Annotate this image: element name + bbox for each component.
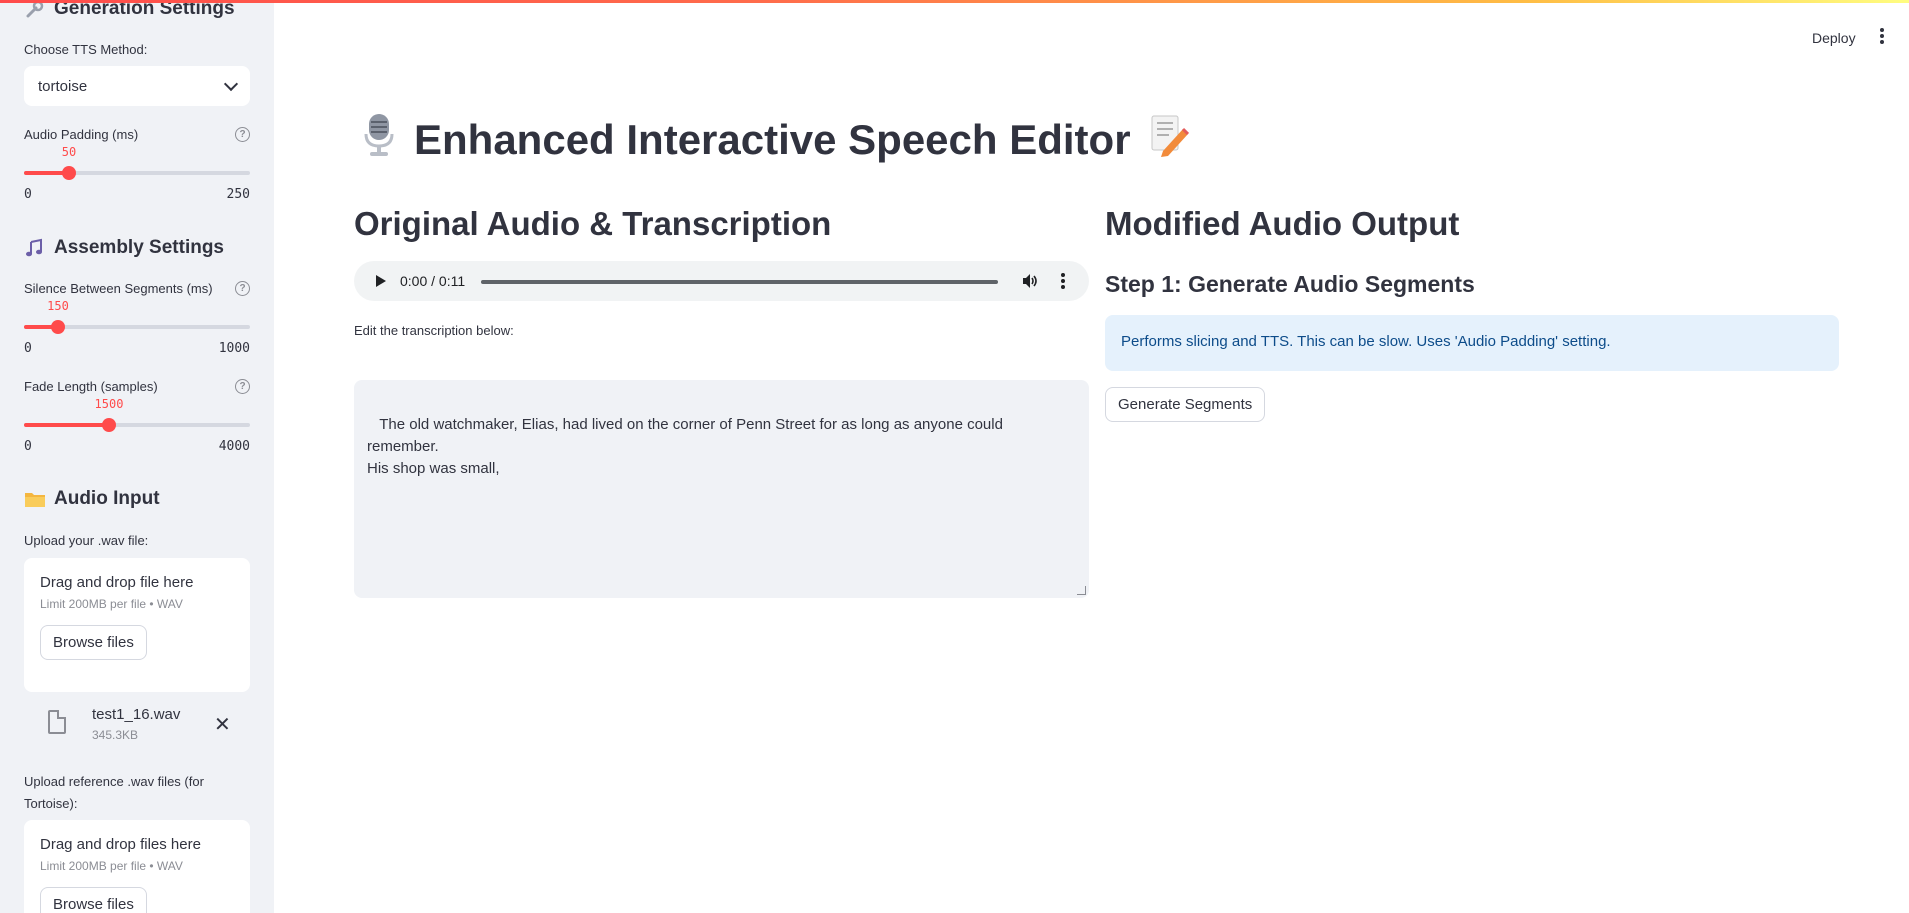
help-icon[interactable]: ? (235, 127, 250, 142)
browse-files-button[interactable]: Browse files (40, 887, 147, 913)
tts-method-select[interactable]: tortoise (24, 66, 250, 106)
upload-wav-label: Upload your .wav file: (24, 533, 149, 548)
slider-value: 1500 (94, 397, 124, 411)
folder-icon (24, 488, 46, 510)
slider-min: 0 (24, 187, 32, 202)
music-notes-icon (24, 237, 46, 259)
generation-settings-header: Generation Settings (24, 0, 235, 20)
uploaded-file: test1_16.wav 345.3KB ✕ (24, 702, 250, 750)
chevron-down-icon (223, 76, 239, 92)
original-audio-header: Original Audio & Transcription (354, 205, 832, 242)
transcription-text: The old watchmaker, Elias, had lived on … (367, 416, 1003, 477)
audio-progress-bar[interactable] (481, 280, 998, 284)
remove-file-icon[interactable]: ✕ (214, 712, 231, 737)
top-decoration-bar (0, 0, 1909, 3)
deploy-button[interactable]: Deploy (1812, 30, 1856, 46)
audio-time: 0:00 / 0:11 (400, 273, 466, 289)
assembly-settings-header: Assembly Settings (24, 237, 224, 259)
help-icon[interactable]: ? (235, 379, 250, 394)
reference-dropzone[interactable]: Drag and drop files here Limit 200MB per… (24, 820, 250, 913)
tts-method-label: Choose TTS Method: (24, 42, 148, 57)
info-alert: Performs slicing and TTS. This can be sl… (1105, 315, 1839, 371)
volume-icon[interactable] (1021, 272, 1039, 290)
audio-input-header: Audio Input (24, 488, 160, 510)
audio-options-icon[interactable] (1061, 273, 1065, 291)
main-menu-icon[interactable] (1880, 28, 1884, 46)
slider-max: 250 (226, 187, 250, 202)
info-alert-text: Performs slicing and TTS. This can be sl… (1121, 333, 1611, 350)
tts-method-value: tortoise (38, 77, 88, 95)
reference-upload-label: Upload reference .wav files (for Tortois… (24, 774, 204, 811)
silence-slider[interactable]: 150 0 1000 (24, 299, 250, 356)
page-title: Enhanced Interactive Speech Editor (362, 112, 1189, 168)
audio-padding-slider[interactable]: 50 0 250 (24, 145, 250, 202)
memo-icon (1149, 113, 1189, 167)
slider-thumb[interactable] (102, 418, 116, 432)
slider-value: 50 (61, 145, 77, 159)
audio-padding-label: Audio Padding (ms) (24, 127, 139, 142)
file-icon (48, 710, 66, 734)
slider-min: 0 (24, 439, 32, 454)
wav-dropzone[interactable]: Drag and drop file here Limit 200MB per … (24, 558, 250, 692)
slider-max: 4000 (218, 439, 250, 454)
slider-min: 0 (24, 341, 32, 356)
dropzone-title: Drag and drop files here (40, 836, 201, 853)
silence-label: Silence Between Segments (ms) (24, 281, 213, 296)
transcription-textarea[interactable]: The old watchmaker, Elias, had lived on … (354, 380, 1089, 598)
uploaded-file-name: test1_16.wav (92, 706, 181, 723)
wrench-icon (24, 0, 46, 20)
generation-settings-title: Generation Settings (54, 0, 235, 19)
dropzone-limit: Limit 200MB per file • WAV (40, 597, 183, 611)
slider-value: 150 (47, 299, 69, 313)
play-icon[interactable] (376, 275, 386, 287)
step1-header: Step 1: Generate Audio Segments (1105, 271, 1475, 297)
slider-thumb[interactable] (51, 320, 65, 334)
microphone-icon (362, 112, 396, 168)
edit-transcription-label: Edit the transcription below: (354, 323, 514, 338)
slider-fill (24, 423, 109, 427)
generate-segments-button[interactable]: Generate Segments (1105, 387, 1266, 422)
assembly-settings-title: Assembly Settings (54, 237, 224, 258)
browse-files-button[interactable]: Browse files (40, 625, 147, 660)
uploaded-file-size: 345.3KB (92, 728, 139, 742)
fade-length-label: Fade Length (samples) (24, 379, 158, 394)
help-icon[interactable]: ? (235, 281, 250, 296)
audio-input-title: Audio Input (54, 488, 160, 509)
sidebar: Generation Settings Choose TTS Method: t… (0, 0, 274, 913)
dropzone-title: Drag and drop file here (40, 574, 194, 591)
fade-length-slider[interactable]: 1500 0 4000 (24, 397, 250, 454)
slider-max: 1000 (218, 341, 250, 356)
dropzone-limit: Limit 200MB per file • WAV (40, 859, 183, 873)
page-title-text: Enhanced Interactive Speech Editor (414, 116, 1131, 163)
slider-thumb[interactable] (62, 166, 76, 180)
resize-handle-icon[interactable] (1077, 586, 1086, 595)
modified-audio-header: Modified Audio Output (1105, 205, 1460, 242)
audio-player[interactable]: 0:00 / 0:11 (354, 261, 1089, 301)
